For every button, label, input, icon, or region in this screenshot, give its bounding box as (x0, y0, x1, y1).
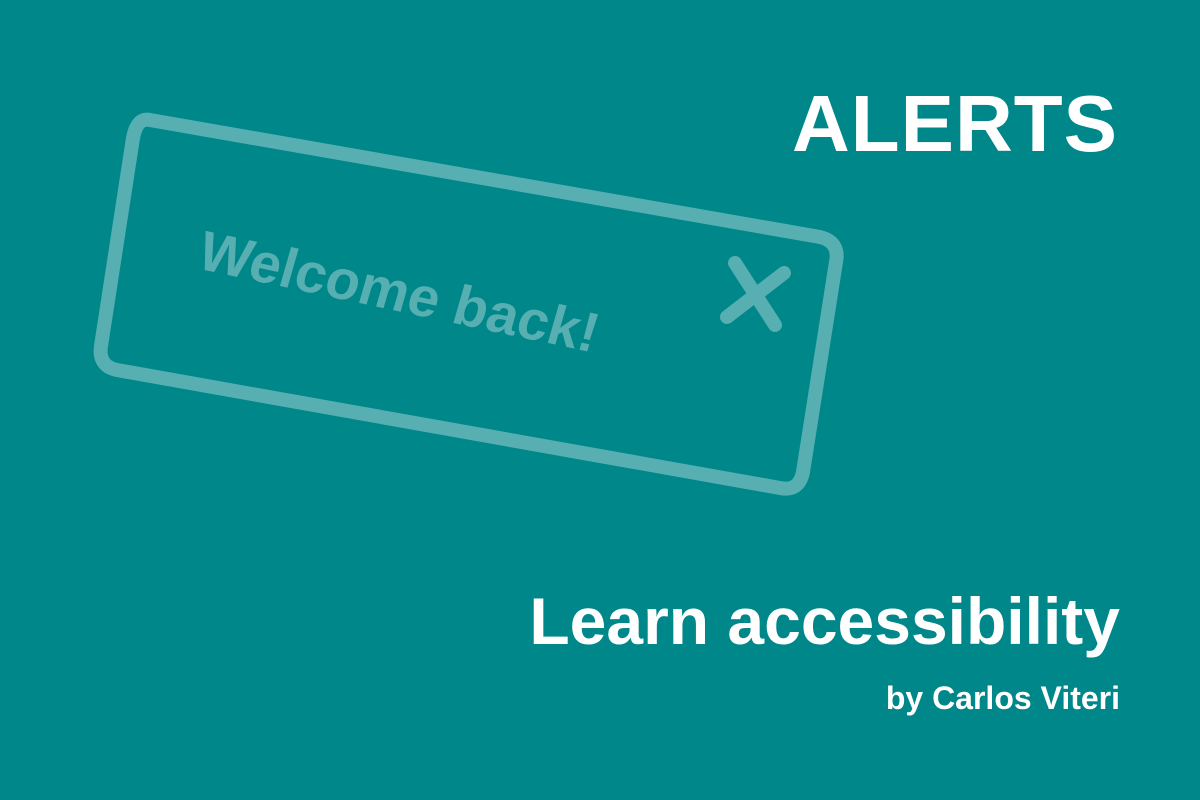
page-title: ALERTS (792, 79, 1118, 168)
author-byline: by Carlos Viteri (885, 680, 1120, 716)
close-icon (720, 256, 791, 332)
alert-message: Welcome back! (192, 219, 607, 364)
subtitle: Learn accessibility (529, 584, 1120, 658)
